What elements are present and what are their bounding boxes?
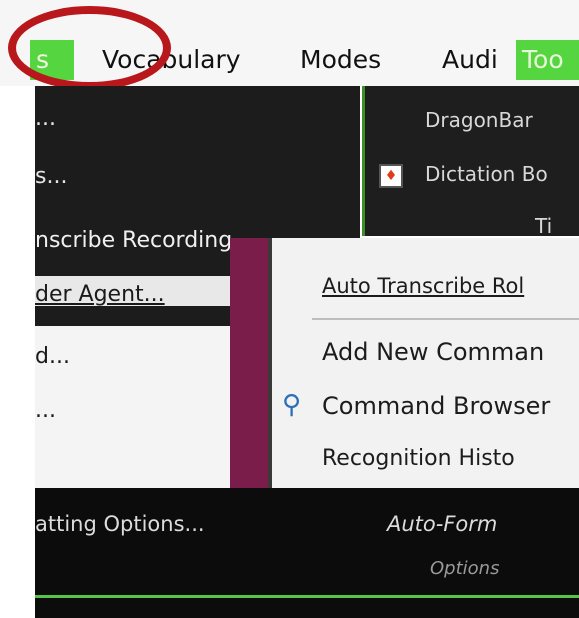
menu-divider xyxy=(312,318,579,320)
menu-item[interactable]: ... xyxy=(35,106,56,131)
menu-item-options[interactable]: Options xyxy=(430,558,499,579)
menu-item-auto-transcribe[interactable]: Auto Transcribe Rol xyxy=(322,274,524,298)
menu-item-formatting-options[interactable]: atting Options... xyxy=(35,512,205,536)
dictation-box-icon: ♦ xyxy=(379,164,403,188)
menu-item-partial[interactable]: Ti xyxy=(535,214,552,238)
menu-item-add-new-command[interactable]: Add New Comman xyxy=(322,338,544,366)
menu-item-recognition-history[interactable]: Recognition Histo xyxy=(322,446,515,470)
tools-submenu: Auto Transcribe Rol Add New Comman ⚲ Com… xyxy=(268,238,579,488)
command-browser-icon: ⚲ xyxy=(282,390,302,420)
menu-item-dragonbar[interactable]: DragonBar xyxy=(425,108,533,132)
menu-item-command-browser[interactable]: Command Browser xyxy=(322,392,550,420)
menu-item[interactable]: d... xyxy=(35,344,70,369)
tools-dropdown-menu: DragonBar ♦ Dictation Bo Ti xyxy=(362,86,579,238)
menu-separator-strip xyxy=(230,238,270,488)
bottom-highlight-line xyxy=(35,595,579,598)
menu-item-dictation-box[interactable]: Dictation Bo xyxy=(425,162,548,186)
menu-item[interactable]: s... xyxy=(35,164,67,189)
annotation-circle xyxy=(8,6,171,90)
bottom-menu-area: atting Options... Auto-Form Options xyxy=(35,488,579,618)
menu-tools[interactable]: Too xyxy=(516,40,579,80)
menu-item[interactable]: ... xyxy=(35,398,56,423)
menu-item-agent[interactable]: der Agent... xyxy=(35,282,165,307)
menu-item-auto-formatting[interactable]: Auto-Form xyxy=(387,512,497,536)
menu-modes[interactable]: Modes xyxy=(300,40,381,80)
menu-audio[interactable]: Audi xyxy=(442,40,498,80)
menu-item-transcribe[interactable]: nscribe Recording xyxy=(35,228,232,253)
